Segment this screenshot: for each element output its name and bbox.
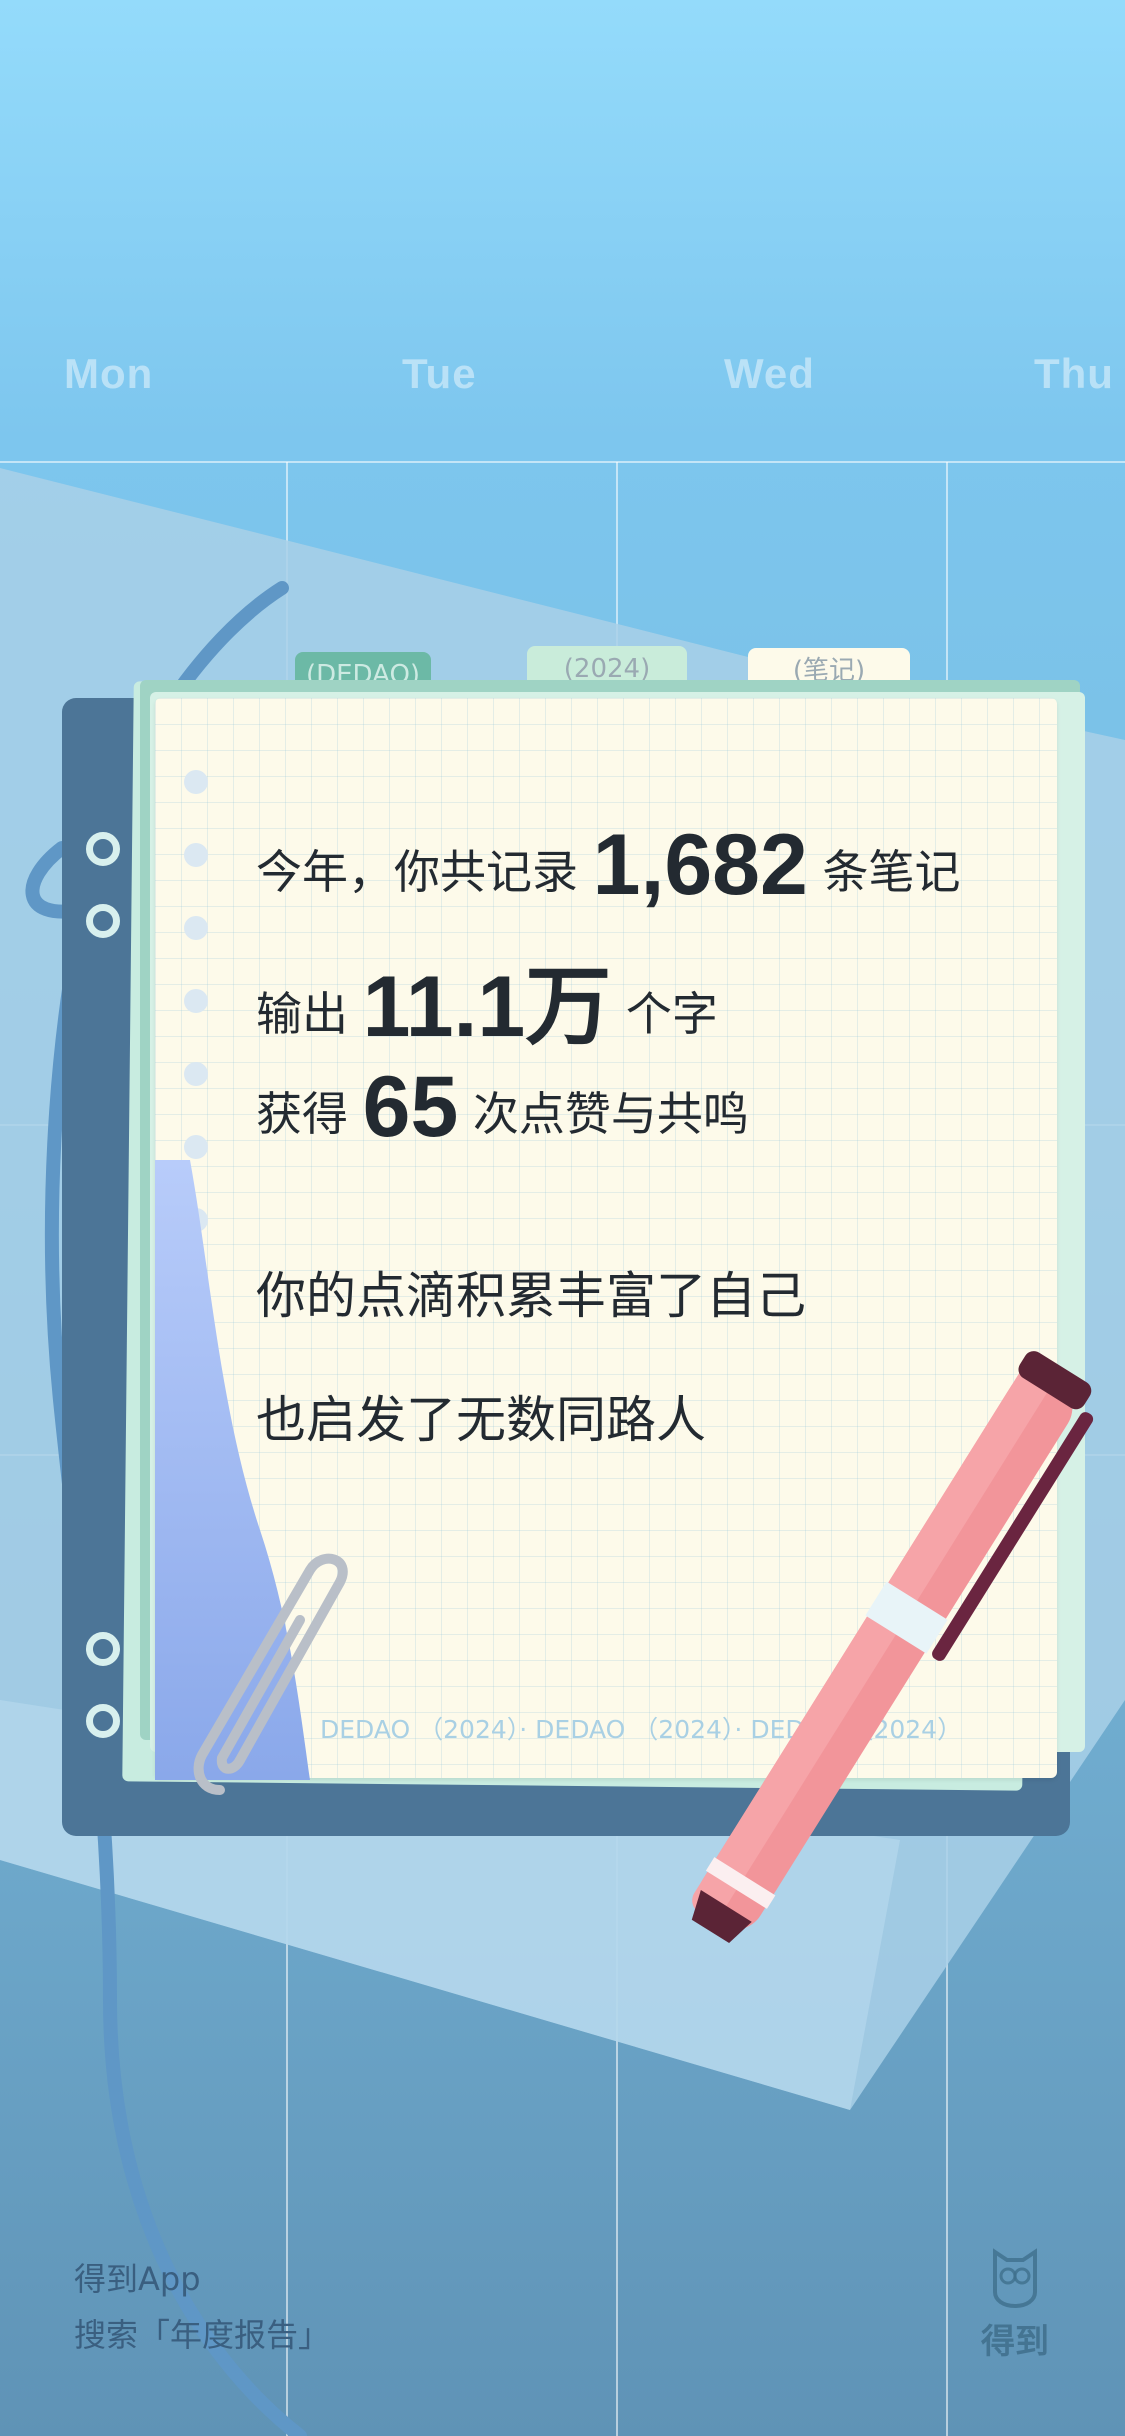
owl-icon: [993, 2248, 1037, 2309]
notes-count-line: 今年，你共记录 1,682 条笔记: [256, 816, 960, 915]
binder-ring: [86, 904, 120, 938]
likes-count: 65: [362, 1059, 459, 1155]
words-count-line: 输出 11.1万 个字: [256, 936, 718, 1061]
pen-icon: [691, 1351, 1094, 1944]
paperclip-icon: [193, 1553, 348, 1795]
footer-app-name: 得到App: [74, 2260, 201, 2298]
dedao-logo: 得到: [972, 2248, 1058, 2368]
likes-prefix: 获得: [256, 1087, 348, 1141]
paper-hole: [184, 989, 208, 1013]
words-count: 11.1万: [362, 959, 612, 1055]
binder-ring: [86, 1704, 120, 1738]
notes-suffix: 条笔记: [822, 845, 961, 899]
paper-hole: [184, 843, 208, 867]
notes-count: 1,682: [592, 817, 808, 913]
message-line-2: 也启发了无数同路人: [256, 1391, 706, 1449]
likes-count-line: 获得 65 次点赞与共鸣: [256, 1058, 749, 1157]
binder-ring: [86, 1632, 120, 1666]
binder-ring: [86, 832, 120, 866]
paper-hole: [184, 770, 208, 794]
likes-suffix: 次点赞与共鸣: [472, 1087, 749, 1141]
paper-hole: [184, 1062, 208, 1086]
paper-hole: [184, 916, 208, 940]
notes-prefix: 今年，你共记录: [256, 845, 578, 899]
words-suffix: 个字: [625, 987, 718, 1041]
logo-text: 得到: [981, 2322, 1049, 2362]
footer-search-hint: 搜索「年度报告」: [74, 2316, 331, 2354]
words-prefix: 输出: [256, 987, 348, 1041]
